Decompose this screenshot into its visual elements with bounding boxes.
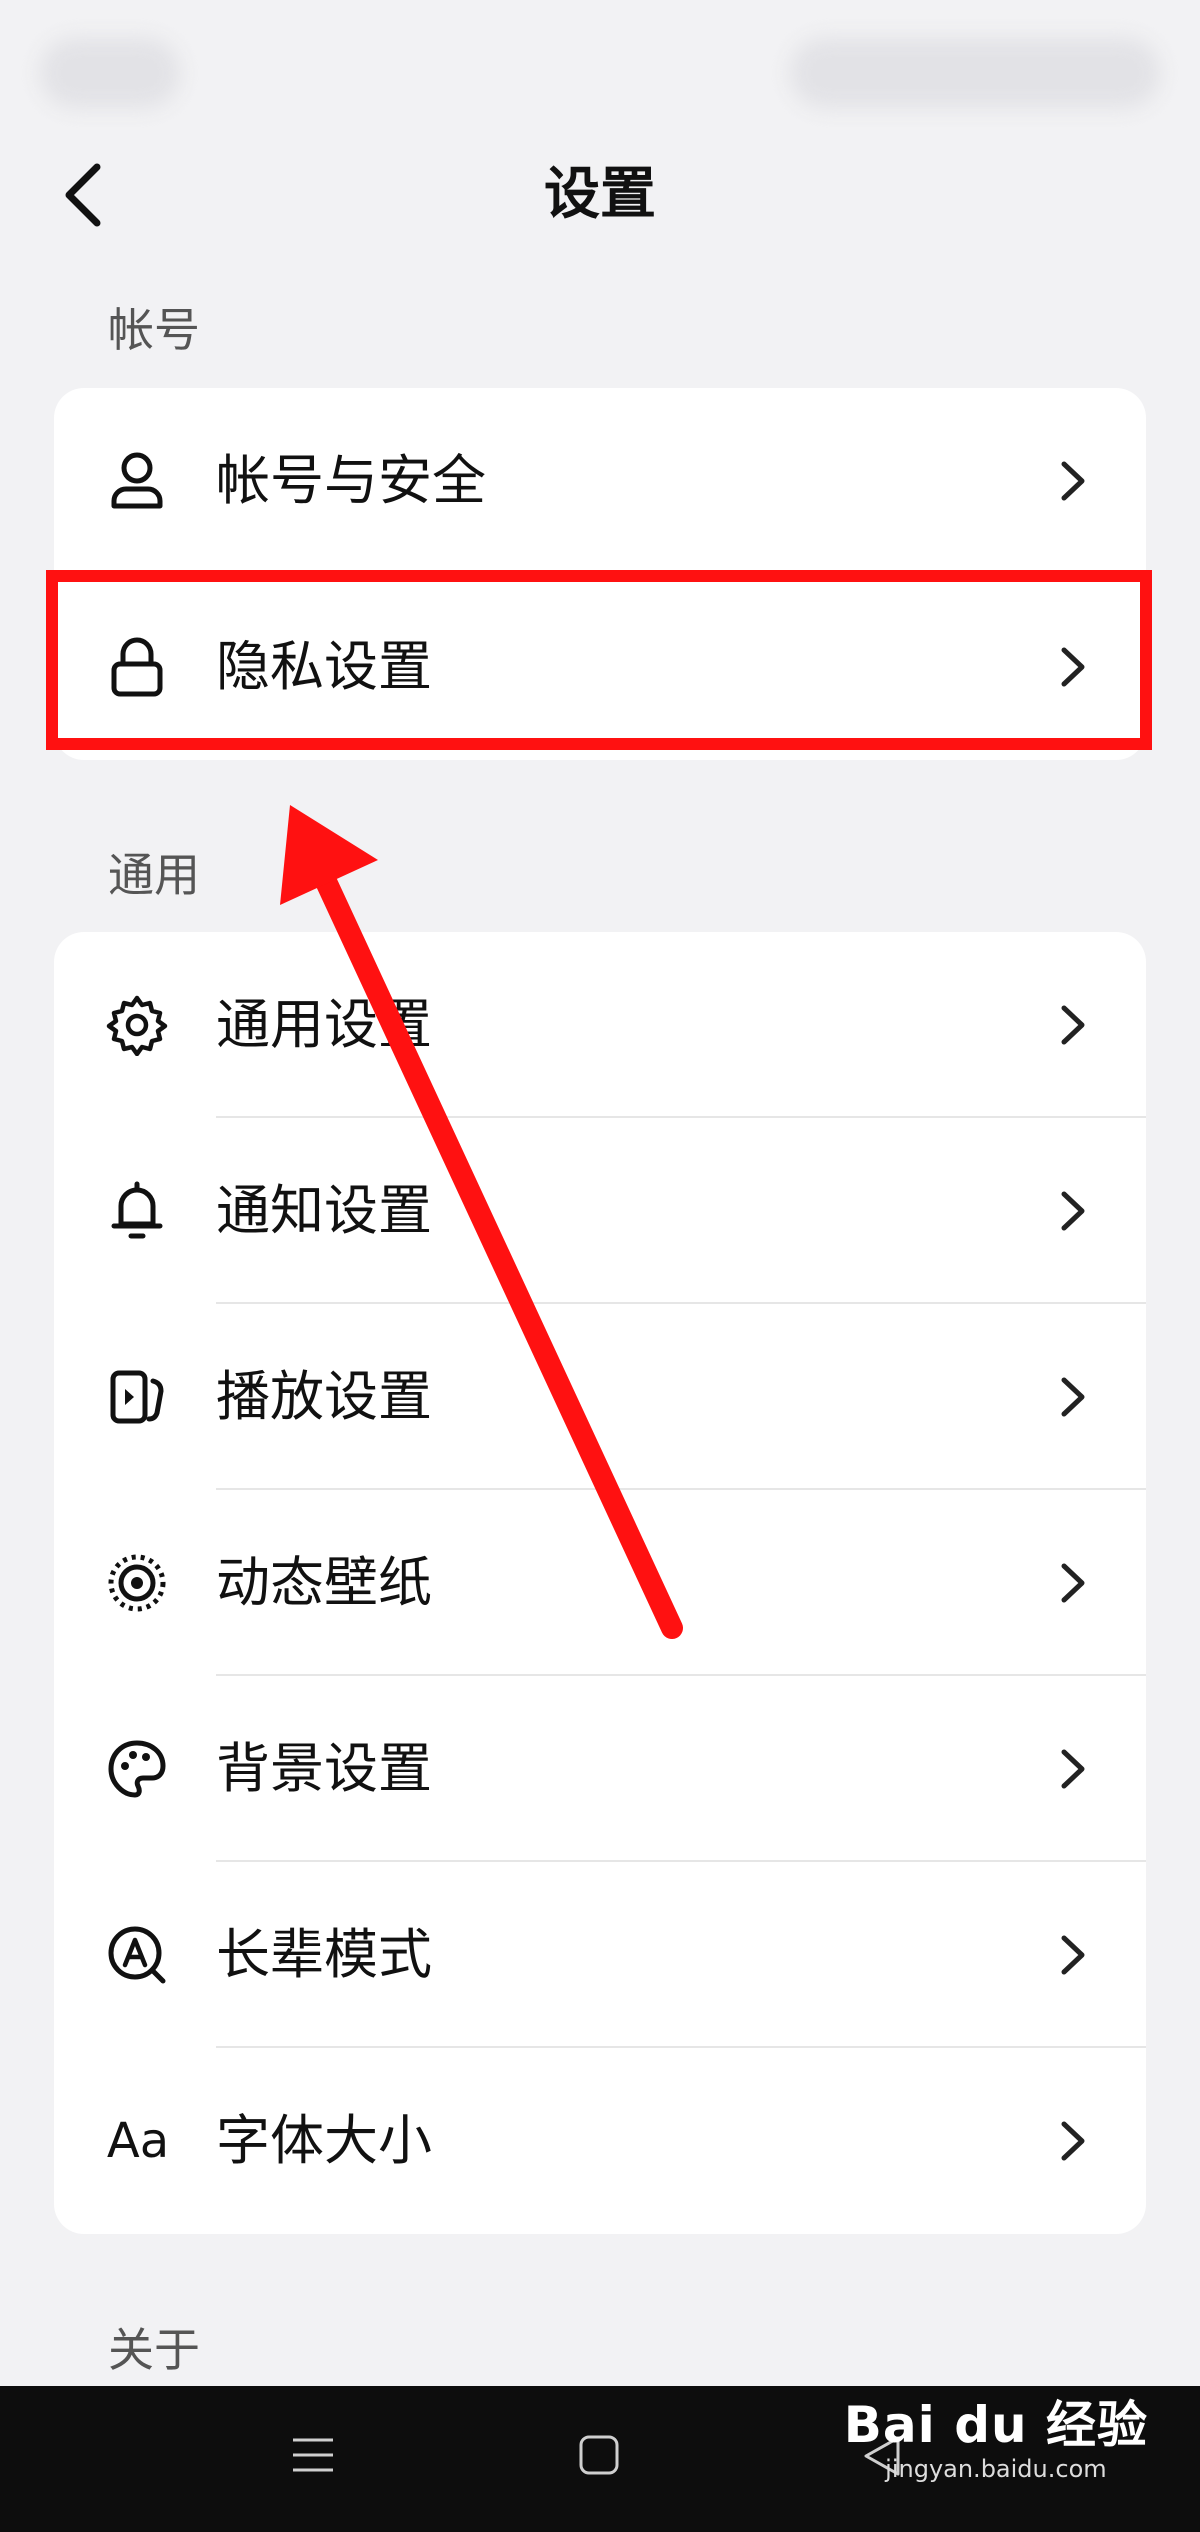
chevron-right-icon [1061,1377,1085,1417]
playback-settings-item[interactable]: 播放设置 [54,1304,1146,1490]
general-settings-label: 通用设置 [216,993,432,1056]
section-title-general: 通用 [108,848,200,902]
wallpaper-icon [106,1552,168,1614]
chevron-right-icon [1061,1191,1085,1231]
baidu-watermark: Bai du 经验 jingyan.baidu.com [844,2395,1148,2483]
highlight-box [46,570,1152,750]
section-title-about: 关于 [108,2323,200,2377]
live-wallpaper-item[interactable]: 动态壁纸 [54,1490,1146,1676]
playback-settings-label: 播放设置 [216,1365,432,1428]
notification-settings-item[interactable]: 通知设置 [54,1118,1146,1304]
section-title-account: 帐号 [108,303,200,357]
account-security-label: 帐号与安全 [216,449,486,512]
watermark-url: jingyan.baidu.com [885,2455,1107,2483]
chevron-right-icon [1061,1749,1085,1789]
general-card: 通用设置 通知设置 播放设置 动态壁纸 背景设置 长辈模式 Aa 字体大小 [54,932,1146,2234]
background-settings-label: 背景设置 [216,1737,432,1800]
chevron-right-icon [1061,1935,1085,1975]
background-settings-item[interactable]: 背景设置 [54,1676,1146,1862]
watermark-brand: Bai du 经验 [843,2396,1148,2454]
status-bar-left [40,38,180,108]
status-bar-right [790,38,1160,108]
page-title: 设置 [544,162,656,227]
elder-mode-item[interactable]: 长辈模式 [54,1862,1146,2048]
chevron-right-icon [1061,1005,1085,1045]
user-icon [106,450,168,512]
play-icon [106,1366,168,1428]
live-wallpaper-label: 动态壁纸 [216,1551,432,1614]
general-settings-item[interactable]: 通用设置 [54,932,1146,1118]
elder-mode-icon [106,1924,168,1986]
menu-icon[interactable] [290,2435,336,2475]
notification-settings-label: 通知设置 [216,1179,432,1242]
chevron-right-icon [1061,1563,1085,1603]
font-size-icon: Aa [106,2113,170,2169]
gear-icon [106,994,168,1056]
chevron-right-icon [1061,461,1085,501]
elder-mode-label: 长辈模式 [216,1923,432,1986]
bell-icon [106,1180,168,1242]
account-security-item[interactable]: 帐号与安全 [54,388,1146,574]
font-size-item[interactable]: Aa 字体大小 [54,2048,1146,2234]
palette-icon [106,1738,168,1800]
home-icon[interactable] [578,2434,620,2476]
chevron-right-icon [1061,2121,1085,2161]
font-size-label: 字体大小 [216,2109,432,2172]
